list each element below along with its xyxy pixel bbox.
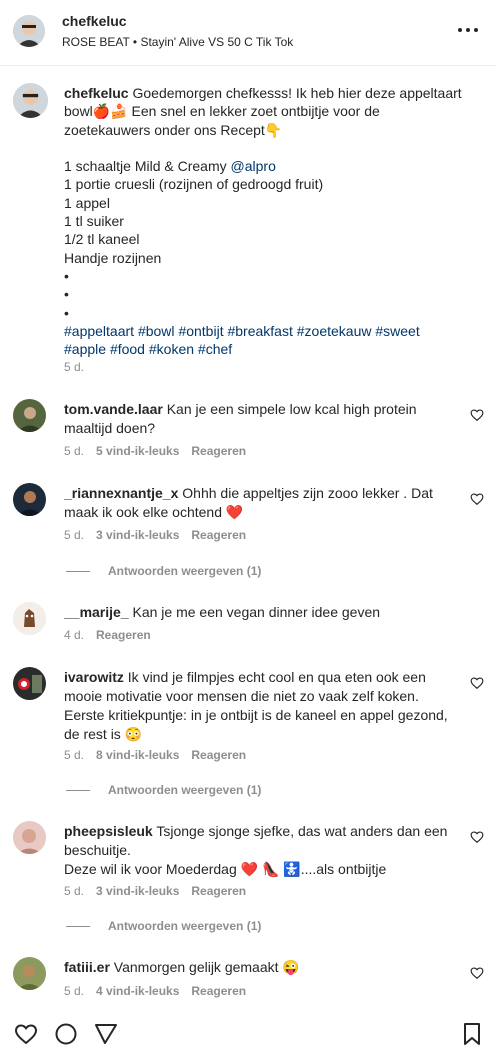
like-heart-icon[interactable]	[470, 830, 484, 844]
commenter-avatar[interactable]	[13, 483, 46, 516]
comment-username[interactable]: fatiii.er	[64, 959, 110, 975]
hashtag-link[interactable]: #bowl	[138, 323, 175, 339]
hashtag-link[interactable]: #food	[110, 341, 145, 357]
like-heart-icon[interactable]	[470, 676, 484, 690]
view-replies-label: Antwoorden weergeven (1)	[108, 783, 262, 797]
view-replies-button[interactable]: Antwoorden weergeven (1)	[66, 919, 261, 933]
caption-timestamp: 5 d.	[64, 360, 85, 374]
comment-username[interactable]: tom.vande.laar	[64, 401, 163, 417]
like-icon[interactable]	[14, 1022, 38, 1051]
comment-text: __marije_ Kan je me een vegan dinner ide…	[64, 603, 454, 622]
reply-button[interactable]: Reageren	[191, 444, 246, 458]
comment-time: 5 d.	[64, 984, 85, 998]
comment-text: fatiii.er Vanmorgen gelijk gemaakt 😜	[64, 958, 454, 977]
hashtag-link[interactable]: #chef	[198, 341, 232, 357]
comment-time: 4 d.	[64, 628, 85, 642]
comment-text: ivarowitz Ik vind je filmpjes echt cool …	[64, 668, 454, 744]
replies-divider	[66, 926, 90, 928]
commenter-avatar[interactable]	[13, 399, 46, 432]
comment-meta: 5 d. 5 vind-ik-leuks Reageren	[64, 444, 258, 458]
comment-text: tom.vande.laar Kan je een simpele low kc…	[64, 400, 454, 438]
replies-divider	[66, 571, 90, 573]
author-username[interactable]: chefkeluc	[62, 13, 127, 29]
hashtag-link[interactable]: #sweet	[375, 323, 419, 339]
post-actions	[0, 1016, 496, 1045]
hashtag-link[interactable]: #breakfast	[227, 323, 292, 339]
comment-username[interactable]: ivarowitz	[64, 669, 124, 685]
hashtag-link[interactable]: #appeltaart	[64, 323, 134, 339]
commenter-avatar[interactable]	[13, 821, 46, 854]
reply-button[interactable]: Reageren	[191, 984, 246, 998]
mention-link[interactable]: @alpro	[231, 158, 276, 174]
view-replies-button[interactable]: Antwoorden weergeven (1)	[66, 564, 261, 578]
hashtag-link[interactable]: #koken	[149, 341, 194, 357]
caption-username[interactable]: chefkeluc	[64, 85, 129, 101]
comment-meta: 5 d. 3 vind-ik-leuks Reageren	[64, 884, 258, 898]
comment-time: 5 d.	[64, 528, 85, 542]
view-replies-label: Antwoorden weergeven (1)	[108, 919, 262, 933]
comment-body: Kan je me een vegan dinner idee geven	[132, 604, 381, 620]
share-icon[interactable]	[94, 1022, 118, 1051]
comment-meta: 5 d. 4 vind-ik-leuks Reageren	[64, 984, 258, 998]
hashtag-link[interactable]: #zoetekauw	[297, 323, 372, 339]
comment-likes[interactable]: 3 vind-ik-leuks	[96, 884, 179, 898]
comment-likes[interactable]: 8 vind-ik-leuks	[96, 748, 179, 762]
replies-divider	[66, 790, 90, 792]
commenter-avatar[interactable]	[13, 957, 46, 990]
comment-meta: 5 d. 8 vind-ik-leuks Reageren	[64, 748, 258, 762]
audio-track[interactable]: ROSE BEAT • Stayin' Alive VS 50 C Tik To…	[62, 35, 293, 49]
author-avatar[interactable]	[13, 83, 48, 118]
more-options-icon[interactable]	[458, 22, 480, 38]
comment-text: pheepsisleuk Tsjonge sjonge sjefke, das …	[64, 822, 454, 879]
hashtag-link[interactable]: #apple	[64, 341, 106, 357]
like-heart-icon[interactable]	[470, 492, 484, 506]
caption-body-2: 1 portie cruesli (rozijnen of gedroogd f…	[64, 176, 324, 321]
comment-likes[interactable]: 4 vind-ik-leuks	[96, 984, 179, 998]
comment-time: 5 d.	[64, 884, 85, 898]
comment-likes[interactable]: 5 vind-ik-leuks	[96, 444, 179, 458]
commenter-avatar[interactable]	[13, 602, 46, 635]
view-replies-button[interactable]: Antwoorden weergeven (1)	[66, 783, 261, 797]
caption-text: chefkeluc Goedemorgen chefkesss! Ik heb …	[64, 84, 464, 358]
comment-icon[interactable]	[54, 1022, 78, 1051]
post-header: chefkeluc ROSE BEAT • Stayin' Alive VS 5…	[0, 0, 496, 66]
comment-body: Vanmorgen gelijk gemaakt 😜	[113, 959, 300, 975]
comment-time: 5 d.	[64, 748, 85, 762]
save-bookmark-icon[interactable]	[460, 1022, 484, 1051]
comment-text: _riannexnantje_x Ohhh die appeltjes zijn…	[64, 484, 454, 522]
reply-button[interactable]: Reageren	[191, 748, 246, 762]
comment-time: 5 d.	[64, 444, 85, 458]
like-heart-icon[interactable]	[470, 966, 484, 980]
author-avatar[interactable]	[13, 15, 45, 47]
like-heart-icon[interactable]	[470, 408, 484, 422]
hashtag-link[interactable]: #ontbijt	[178, 323, 223, 339]
view-replies-label: Antwoorden weergeven (1)	[108, 564, 262, 578]
comment-meta: 4 d. Reageren	[64, 628, 163, 642]
comment-username[interactable]: pheepsisleuk	[64, 823, 153, 839]
comment-username[interactable]: __marije_	[64, 604, 129, 620]
commenter-avatar[interactable]	[13, 667, 46, 700]
comment-username[interactable]: _riannexnantje_x	[64, 485, 178, 501]
comment-meta: 5 d. 3 vind-ik-leuks Reageren	[64, 528, 258, 542]
reply-button[interactable]: Reageren	[191, 884, 246, 898]
reply-button[interactable]: Reageren	[191, 528, 246, 542]
reply-button[interactable]: Reageren	[96, 628, 151, 642]
comment-likes[interactable]: 3 vind-ik-leuks	[96, 528, 179, 542]
